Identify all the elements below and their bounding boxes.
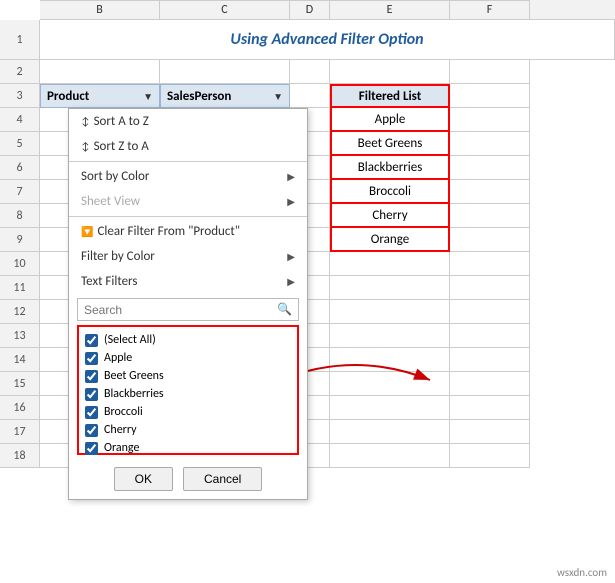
clear-filter-icon: 🔽	[81, 225, 93, 238]
product-header[interactable]: Product ▼	[40, 84, 160, 108]
sort-az-item[interactable]: ↕ Sort A to Z	[69, 109, 307, 134]
cell-f7	[450, 180, 530, 204]
col-header-a: B	[40, 0, 160, 19]
search-box: 🔍	[77, 298, 299, 321]
text-filters-arrow: ▶	[287, 275, 295, 288]
row-header-4: 4	[0, 108, 40, 132]
grid-area: Using Advanced Filter Option Product ▼ S…	[40, 20, 615, 468]
row-header-17: 17	[0, 420, 40, 444]
row-header-5: 5	[0, 132, 40, 156]
row-header-10: 10	[0, 252, 40, 276]
sort-az-icon: ↕	[81, 115, 90, 128]
sort-za-item[interactable]: ↕ Sort Z to A	[69, 134, 307, 159]
checkbox-blackberries[interactable]: Blackberries	[85, 385, 291, 403]
checkbox-orange[interactable]: Orange	[85, 439, 291, 457]
sort-za-icon: ↕	[81, 140, 90, 153]
cell-f10	[450, 252, 530, 276]
filter-dropdown: ↕ Sort A to Z ↕ Sort Z to A Sort by Colo…	[68, 108, 308, 500]
filtered-orange: Orange	[330, 228, 450, 252]
filtered-broccoli: Broccoli	[330, 180, 450, 204]
cell-f6	[450, 156, 530, 180]
cell-c2	[160, 60, 290, 84]
cell-f3	[450, 84, 530, 108]
sheet-view-item[interactable]: Sheet View ▶	[69, 189, 307, 214]
cell-b2	[40, 60, 160, 84]
row-header-8: 8	[0, 204, 40, 228]
cell-e10	[330, 252, 450, 276]
filtered-list-header: Filtered List	[330, 84, 450, 108]
divider-1	[69, 161, 307, 162]
menu-buttons: OK Cancel	[69, 459, 307, 499]
cell-e11	[330, 276, 450, 300]
row-header-12: 12	[0, 300, 40, 324]
filtered-apple: Apple	[330, 108, 450, 132]
checkbox-beet-greens[interactable]: Beet Greens	[85, 367, 291, 385]
cancel-button[interactable]: Cancel	[183, 467, 262, 491]
sort-by-color-item[interactable]: Sort by Color ▶	[69, 164, 307, 189]
divider-2	[69, 216, 307, 217]
cell-f4	[450, 108, 530, 132]
row-header-3: 3	[0, 84, 40, 108]
checkbox-list: (Select All) Apple Beet Greens Blackberr…	[77, 325, 299, 455]
search-icon: 🔍	[277, 302, 292, 317]
row-2	[40, 60, 615, 84]
checkbox-select-all[interactable]: (Select All)	[85, 331, 291, 349]
cell-d2	[290, 60, 330, 84]
col-header-d: E	[330, 0, 450, 19]
row-header-6: 6	[0, 156, 40, 180]
cell-f5	[450, 132, 530, 156]
cell-e2	[330, 60, 450, 84]
col-header-e: F	[450, 0, 530, 19]
cell-f11	[450, 276, 530, 300]
row-header-13: 13	[0, 324, 40, 348]
spreadsheet-title: Using Advanced Filter Option	[40, 20, 615, 60]
cell-f8	[450, 204, 530, 228]
row-header-11: 11	[0, 276, 40, 300]
watermark: wsxdn.com	[557, 566, 607, 579]
sheet-view-arrow: ▶	[287, 195, 295, 208]
checkbox-apple[interactable]: Apple	[85, 349, 291, 367]
row-header-18: 18	[0, 444, 40, 468]
row-header-9: 9	[0, 228, 40, 252]
row-header-16: 16	[0, 396, 40, 420]
filter-by-color-arrow: ▶	[287, 250, 295, 263]
row-header-14: 14	[0, 348, 40, 372]
row-3: Product ▼ SalesPerson ▼ Filtered List	[40, 84, 615, 108]
cell-f2	[450, 60, 530, 84]
col-header-b: C	[160, 0, 290, 19]
filtered-beet-greens: Beet Greens	[330, 132, 450, 156]
salesperson-dropdown-arrow[interactable]: ▼	[273, 90, 283, 103]
text-filters-item[interactable]: Text Filters ▶	[69, 269, 307, 294]
cell-f9	[450, 228, 530, 252]
checkbox-broccoli[interactable]: Broccoli	[85, 403, 291, 421]
salesperson-header[interactable]: SalesPerson ▼	[160, 84, 290, 108]
checkbox-cherry[interactable]: Cherry	[85, 421, 291, 439]
row-header-2: 2	[0, 60, 40, 84]
row-header-1: 1	[0, 20, 40, 60]
filtered-blackberries: Blackberries	[330, 156, 450, 180]
ok-button[interactable]: OK	[114, 467, 173, 491]
filter-by-color-item[interactable]: Filter by Color ▶	[69, 244, 307, 269]
row-header-15: 15	[0, 372, 40, 396]
row-headers: 1 2 3 4 5 6 7 8 9 10 11 12 13 14 15 16 1…	[0, 20, 40, 468]
filtered-cherry: Cherry	[330, 204, 450, 228]
product-dropdown-arrow[interactable]: ▼	[143, 90, 153, 103]
row-header-7: 7	[0, 180, 40, 204]
clear-filter-item[interactable]: 🔽 Clear Filter From "Product"	[69, 219, 307, 244]
sort-by-color-arrow: ▶	[287, 170, 295, 183]
search-input[interactable]	[84, 303, 277, 317]
cell-d3	[290, 84, 330, 108]
col-header-c: D	[290, 0, 330, 19]
spreadsheet: B C D E F 1 2 3 4 5 6 7 8 9 10 11 12 13 …	[0, 0, 615, 583]
